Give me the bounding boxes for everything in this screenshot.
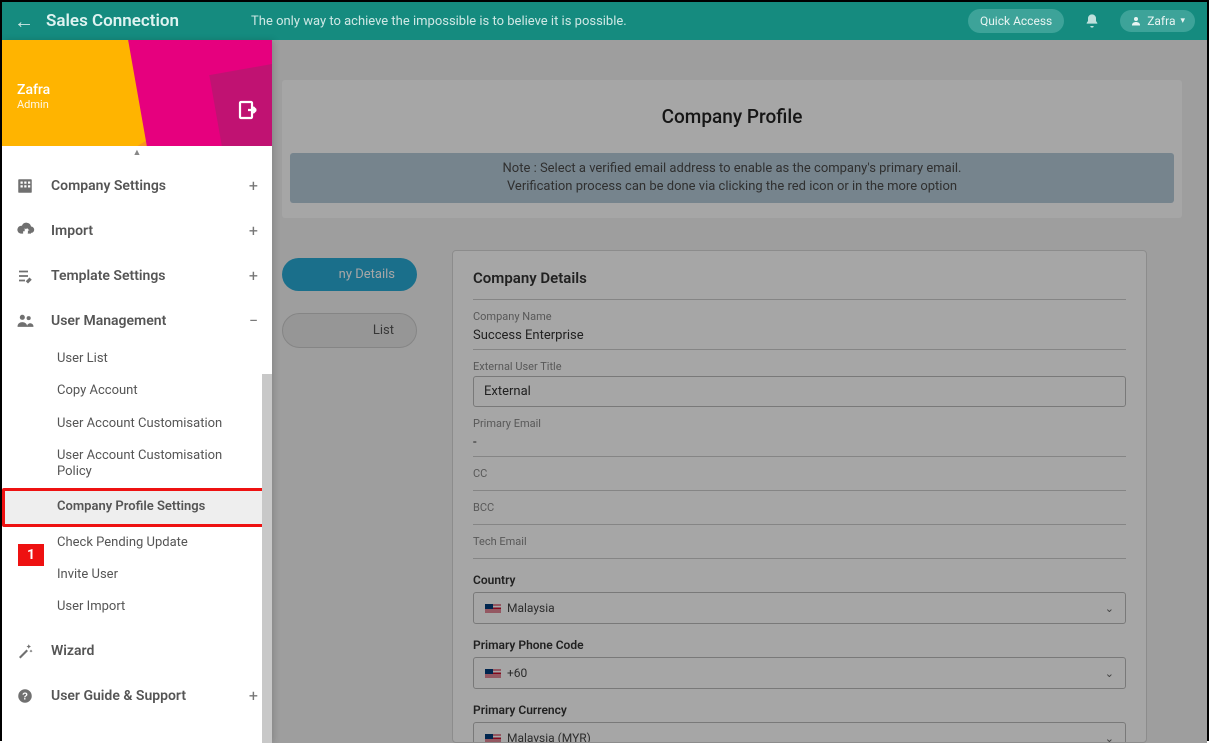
nav-label: Import (51, 223, 236, 239)
scrollbar[interactable] (262, 374, 272, 743)
sidebar-user-name: Zafra (17, 82, 50, 98)
nav-import[interactable]: Import + (2, 208, 272, 253)
minus-icon[interactable]: − (249, 311, 258, 330)
sub-company-profile-settings[interactable]: Company Profile Settings (2, 488, 272, 526)
nav-user-management[interactable]: User Management − (2, 298, 272, 343)
sidebar: Zafra Admin ▲ Company Settings + Import … (2, 40, 272, 743)
user-name: Zafra (1147, 14, 1175, 28)
people-icon (16, 311, 38, 330)
cloud-upload-icon (16, 221, 38, 240)
callout-marker-1: 1 (18, 544, 44, 566)
plus-icon[interactable]: + (249, 221, 258, 240)
nav-company-settings[interactable]: Company Settings + (2, 163, 272, 208)
brand-title: Sales Connection (46, 11, 179, 31)
quick-access-button[interactable]: Quick Access (968, 9, 1064, 33)
help-icon: ? (16, 687, 38, 705)
nav-template-settings[interactable]: Template Settings + (2, 253, 272, 298)
building-icon (16, 177, 38, 195)
topbar: ← Sales Connection The only way to achie… (2, 2, 1207, 40)
nav-user-guide[interactable]: ? User Guide & Support + (2, 673, 272, 718)
nav-label: User Management (51, 313, 236, 329)
nav-label: Template Settings (51, 268, 236, 284)
sidebar-header: Zafra Admin (2, 40, 272, 146)
chevron-down-icon: ▾ (1180, 16, 1185, 26)
user-management-submenu: User List Copy Account User Account Cust… (2, 343, 272, 629)
nav-label: Company Settings (51, 178, 236, 194)
plus-icon[interactable]: + (249, 686, 258, 705)
wand-icon (16, 642, 38, 660)
sub-user-customisation[interactable]: User Account Customisation (2, 408, 272, 440)
nav-label: User Guide & Support (51, 688, 236, 704)
sidebar-user: Zafra Admin (17, 82, 50, 111)
plus-icon[interactable]: + (249, 266, 258, 285)
person-icon (1130, 15, 1142, 27)
exit-icon[interactable] (236, 98, 260, 122)
tagline: The only way to achieve the impossible i… (251, 14, 627, 29)
sub-user-list[interactable]: User List (2, 343, 272, 375)
list-edit-icon (16, 267, 38, 285)
nav: Company Settings + Import + Template Set… (2, 159, 272, 743)
nav-label: Wizard (51, 643, 245, 659)
scroll-up-icon[interactable]: ▲ (2, 146, 272, 159)
sub-user-import[interactable]: User Import (2, 591, 272, 623)
sub-user-customisation-policy[interactable]: User Account Customisation Policy (2, 440, 272, 489)
sidebar-user-role: Admin (17, 98, 50, 111)
bell-icon[interactable] (1084, 13, 1100, 29)
plus-icon[interactable]: + (249, 176, 258, 195)
svg-text:?: ? (22, 691, 28, 702)
nav-wizard[interactable]: Wizard (2, 629, 272, 673)
back-arrow-icon[interactable]: ← (14, 9, 34, 34)
user-menu[interactable]: Zafra ▾ (1120, 10, 1195, 32)
sub-copy-account[interactable]: Copy Account (2, 375, 272, 407)
